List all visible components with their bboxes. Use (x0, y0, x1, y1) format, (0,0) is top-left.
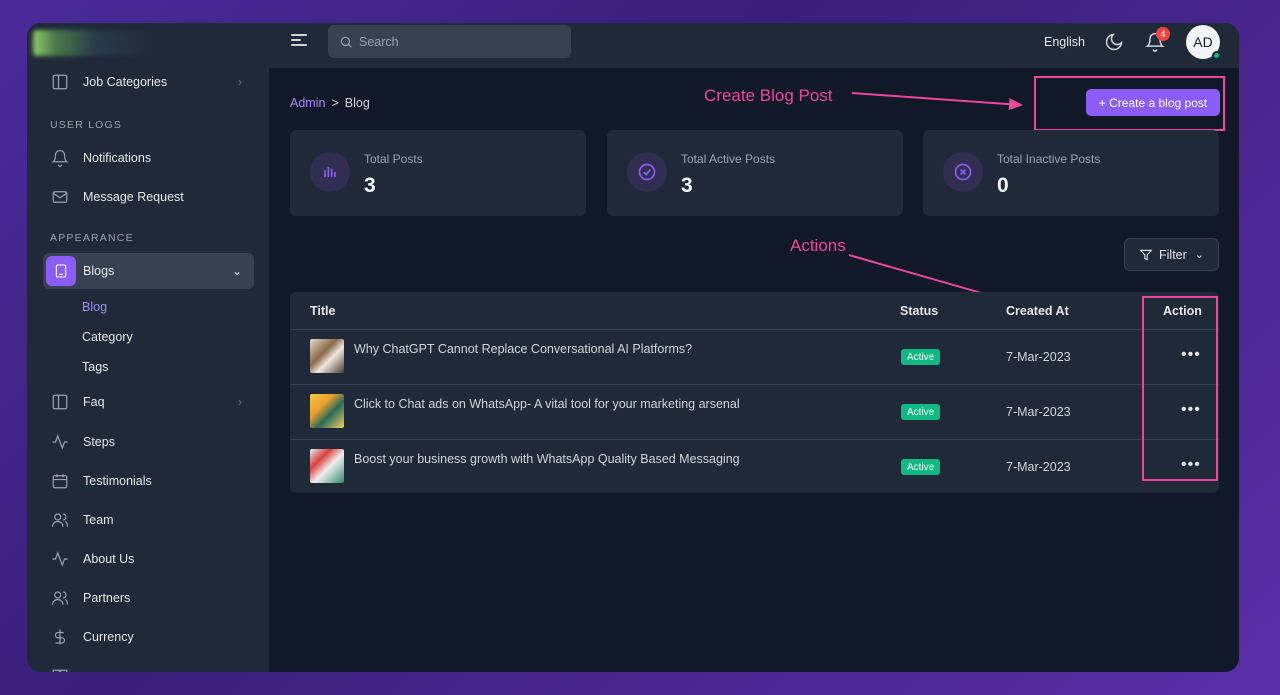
sidebar-item-team[interactable]: Team (43, 502, 254, 538)
sidebar-item-label: Testimonials (83, 474, 152, 488)
stat-value: 3 (364, 174, 376, 197)
stat-label: Total Inactive Posts (997, 152, 1101, 166)
annotation-create-label: Create Blog Post (704, 86, 833, 105)
sidebar-item-steps[interactable]: Steps (43, 424, 254, 460)
stat-card-total-active-posts: Total Active Posts 3 (607, 130, 903, 216)
sidebar-subitem-blog[interactable]: Blog (82, 300, 107, 314)
activity-icon (51, 550, 69, 568)
post-thumbnail (310, 339, 344, 373)
sidebar: Job Categories › USER LOGS Notifications… (27, 23, 269, 672)
language-selector[interactable]: English (1044, 35, 1085, 49)
users-icon (51, 511, 69, 529)
users-icon (51, 589, 69, 607)
annotation-actions-label: Actions (790, 236, 846, 255)
sidebar-subitem-tags[interactable]: Tags (82, 360, 108, 374)
chevron-down-icon: ⌄ (231, 264, 242, 278)
create-blog-post-button[interactable]: + Create a blog post (1086, 89, 1220, 116)
breadcrumb-separator: > (331, 96, 339, 110)
table-row[interactable]: Boost your business growth with WhatsApp… (290, 439, 1219, 494)
sidebar-item-about-us[interactable]: About Us (43, 541, 254, 577)
app-logo (33, 30, 158, 56)
sidebar-item-label: About Us (83, 552, 135, 566)
stat-label: Total Active Posts (681, 152, 776, 166)
column-header-status: Status (900, 304, 939, 318)
sidebar-item-partial[interactable] (43, 659, 254, 672)
notification-badge: 4 (1156, 27, 1170, 41)
stat-card-total-posts: Total Posts 3 (290, 130, 586, 216)
sidebar-item-label: Partners (83, 591, 131, 605)
post-thumbnail (310, 449, 344, 483)
status-badge: Active (901, 459, 941, 475)
sidebar-item-testimonials[interactable]: Testimonials (43, 463, 254, 499)
sidebar-item-faq[interactable]: Faq › (43, 384, 254, 420)
bar-chart-icon (310, 152, 350, 192)
moon-icon[interactable] (1104, 32, 1124, 52)
online-status-dot (1212, 51, 1221, 60)
search-input[interactable]: Search (328, 25, 571, 58)
sidebar-item-label: Job Categories (83, 75, 168, 89)
menu-toggle-icon[interactable] (291, 34, 307, 48)
annotation-actions-box (1142, 296, 1218, 481)
topbar: Search English 4 AD (269, 23, 1239, 69)
dollar-icon (51, 628, 69, 646)
stat-value: 3 (681, 174, 693, 197)
status-badge: Active (901, 404, 941, 420)
breadcrumb-current: Blog (344, 96, 370, 110)
status-badge: Active (901, 349, 941, 365)
grid-icon (51, 668, 69, 672)
stat-value: 0 (997, 174, 1009, 197)
post-title[interactable]: Boost your business growth with WhatsApp… (354, 452, 740, 466)
section-title-appearance: APPEARANCE (50, 232, 134, 244)
stat-label: Total Posts (364, 152, 423, 166)
filter-label: Filter (1159, 247, 1187, 262)
sidebar-item-label: Faq (83, 395, 105, 409)
search-icon (340, 36, 352, 48)
columns-icon (51, 393, 69, 411)
sidebar-item-label: Blogs (83, 264, 115, 278)
column-header-created-at: Created At (1006, 304, 1069, 318)
search-placeholder: Search (359, 34, 399, 49)
stat-card-total-inactive-posts: Total Inactive Posts 0 (923, 130, 1219, 216)
sidebar-item-message-request[interactable]: Message Request (43, 179, 254, 215)
check-circle-icon (627, 152, 667, 192)
chevron-right-icon: › (238, 75, 242, 89)
post-title[interactable]: Why ChatGPT Cannot Replace Conversationa… (354, 342, 692, 356)
sidebar-item-notifications[interactable]: Notifications (43, 140, 254, 176)
sidebar-item-label: Team (83, 513, 114, 527)
sidebar-item-label: Message Request (83, 190, 184, 204)
breadcrumb: Admin > Blog (290, 96, 370, 110)
app-window: Job Categories › USER LOGS Notifications… (27, 23, 1239, 672)
column-header-title: Title (310, 304, 336, 318)
sidebar-subitem-category[interactable]: Category (82, 330, 133, 344)
post-title[interactable]: Click to Chat ads on WhatsApp- A vital t… (354, 397, 740, 411)
table-row[interactable]: Click to Chat ads on WhatsApp- A vital t… (290, 384, 1219, 439)
created-date: 7-Mar-2023 (1006, 350, 1071, 364)
sidebar-item-partners[interactable]: Partners (43, 580, 254, 616)
chevron-down-icon: ⌄ (1194, 249, 1204, 261)
bell-icon (51, 149, 69, 167)
section-title-user-logs: USER LOGS (50, 119, 123, 131)
created-date: 7-Mar-2023 (1006, 460, 1071, 474)
x-circle-icon (943, 152, 983, 192)
columns-icon (51, 73, 69, 91)
chevron-right-icon: › (238, 395, 242, 409)
book-icon (46, 256, 76, 286)
mail-icon (51, 188, 69, 206)
breadcrumb-admin[interactable]: Admin (290, 96, 325, 110)
sidebar-item-label: Currency (83, 630, 134, 644)
post-thumbnail (310, 394, 344, 428)
filter-button[interactable]: Filter ⌄ (1124, 238, 1219, 271)
filter-icon (1139, 249, 1153, 261)
created-date: 7-Mar-2023 (1006, 405, 1071, 419)
activity-icon (51, 433, 69, 451)
sidebar-item-currency[interactable]: Currency (43, 619, 254, 655)
table-row[interactable]: Why ChatGPT Cannot Replace Conversationa… (290, 329, 1219, 384)
calendar-icon (51, 472, 69, 490)
sidebar-item-label: Steps (83, 435, 115, 449)
sidebar-item-blogs[interactable]: Blogs ⌄ (43, 253, 254, 289)
sidebar-item-label: Notifications (83, 151, 152, 165)
sidebar-item-job-categories[interactable]: Job Categories › (43, 64, 254, 100)
blog-posts-table: Title Status Created At Action Why ChatG… (290, 292, 1219, 493)
